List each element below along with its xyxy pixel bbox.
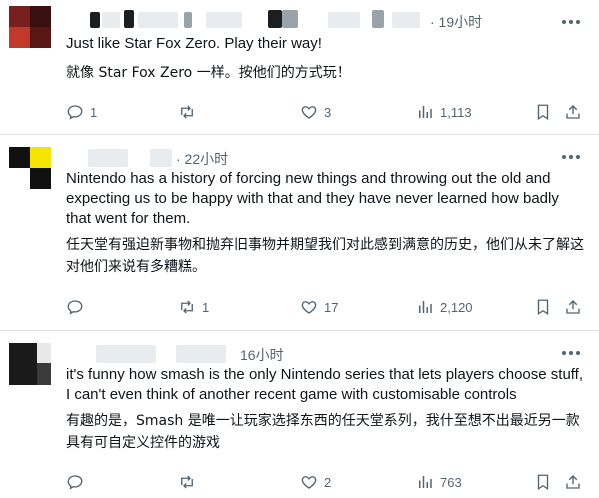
share-button[interactable] — [564, 297, 582, 317]
bookmark-button[interactable] — [534, 472, 552, 492]
post-text-zh: 有趣的是，Smash 是唯一让玩家选择东西的任天堂系列，我什至想不出最近另一款具… — [66, 413, 580, 451]
post-text-zh: 就像 Star Fox Zero 一样。按他们的方式玩！ — [66, 65, 351, 81]
more-icon[interactable] — [562, 154, 580, 160]
share-icon — [566, 300, 580, 314]
views-icon — [419, 106, 432, 118]
views-button[interactable]: 763 — [416, 472, 462, 492]
views-icon — [419, 301, 432, 313]
retweet-button[interactable] — [178, 472, 202, 492]
bookmark-button[interactable] — [534, 102, 552, 122]
post-timestamp[interactable]: · 22小时 — [176, 149, 228, 169]
share-icon — [566, 105, 580, 119]
reply-count: 1 — [90, 104, 98, 120]
post-actions: 1 17 2,120 — [66, 297, 586, 317]
views-icon — [419, 476, 432, 488]
avatar[interactable] — [9, 343, 51, 385]
reply-icon — [67, 300, 83, 315]
reply-post[interactable]: · 22小时 Nintendo has a history of forcing… — [0, 135, 599, 330]
share-icon — [566, 475, 580, 489]
views-button[interactable]: 1,113 — [416, 102, 472, 122]
share-button[interactable] — [564, 472, 582, 492]
bookmark-button[interactable] — [534, 297, 552, 317]
like-button[interactable]: 3 — [300, 102, 331, 122]
like-count: 2 — [324, 474, 332, 490]
like-button[interactable]: 17 — [300, 297, 338, 317]
retweet-icon — [181, 105, 193, 119]
avatar[interactable] — [9, 147, 51, 189]
author-handle[interactable] — [66, 8, 426, 30]
views-button[interactable]: 2,120 — [416, 297, 473, 317]
bookmark-icon — [537, 474, 549, 491]
views-count: 2,120 — [440, 299, 473, 315]
post-actions: 2 763 — [66, 472, 586, 492]
reply-button[interactable] — [66, 297, 90, 317]
views-count: 763 — [440, 474, 462, 490]
bookmark-icon — [537, 299, 549, 316]
like-count: 17 — [324, 299, 339, 315]
more-icon[interactable] — [562, 350, 580, 356]
heart-icon — [301, 301, 317, 314]
avatar[interactable] — [9, 6, 51, 48]
author-handle[interactable] — [66, 147, 176, 169]
reply-button[interactable] — [66, 472, 90, 492]
post-actions: 1 3 1,113 — [66, 102, 586, 122]
retweet-icon — [181, 475, 193, 489]
retweet-count: 1 — [202, 299, 210, 315]
author-handle[interactable] — [66, 343, 236, 365]
reply-post[interactable]: · 19小时 Just like Star Fox Zero. Play the… — [0, 0, 599, 134]
bookmark-icon — [537, 104, 549, 121]
post-timestamp[interactable]: · 19小时 — [430, 12, 482, 32]
post-text-en: it's funny how smash is the only Nintend… — [66, 366, 584, 403]
like-count: 3 — [324, 104, 332, 120]
post-text-en: Just like Star Fox Zero. Play their way! — [66, 35, 322, 52]
like-button[interactable]: 2 — [300, 472, 331, 492]
views-count: 1,113 — [440, 104, 472, 120]
reply-button[interactable]: 1 — [66, 102, 97, 122]
retweet-icon — [181, 300, 193, 314]
heart-icon — [301, 476, 317, 489]
reply-post[interactable]: 16小时 it's funny how smash is the only Ni… — [0, 331, 599, 498]
heart-icon — [301, 106, 317, 119]
retweet-button[interactable] — [178, 102, 202, 122]
post-timestamp[interactable]: 16小时 — [240, 345, 284, 365]
more-icon[interactable] — [562, 19, 580, 25]
share-button[interactable] — [564, 102, 582, 122]
retweet-button[interactable]: 1 — [178, 297, 209, 317]
post-text-en: Nintendo has a history of forcing new th… — [66, 170, 559, 227]
post-text-zh: 任天堂有强迫新事物和抛弃旧事物并期望我们对此感到满意的历史，他们从未了解这对他们… — [66, 237, 584, 275]
reply-icon — [67, 105, 83, 120]
reply-icon — [67, 475, 83, 490]
